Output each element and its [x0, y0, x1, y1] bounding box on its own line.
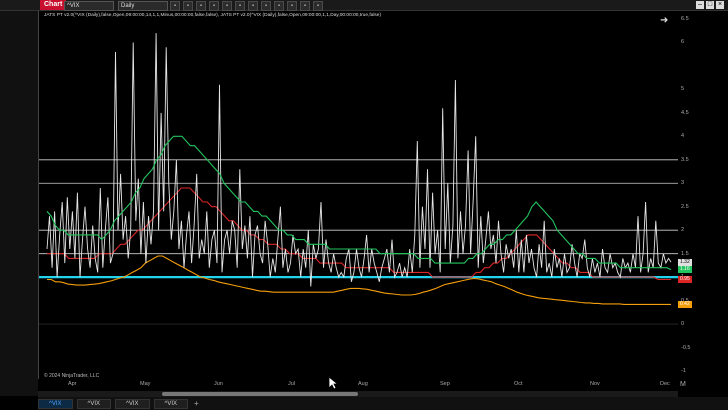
x-tick-label: Jul — [288, 381, 296, 387]
minimize-icon[interactable]: – — [696, 1, 704, 9]
price-chart — [39, 33, 679, 325]
chart-tab-1[interactable]: ^VIX — [38, 398, 73, 409]
x-tick-label: May — [140, 381, 151, 387]
instrument-selector[interactable]: ^VIX — [64, 1, 114, 11]
indicator-label: JATS PT v2.0(^VIX (Daily),false,Open,09:… — [44, 13, 382, 18]
y-tick-label: 6.5 — [681, 16, 689, 22]
chart-window-tab[interactable]: Chart — [40, 0, 67, 10]
interval-selector[interactable]: Daily — [118, 1, 168, 11]
window-controls: – □ × — [696, 1, 724, 9]
maximize-icon[interactable]: □ — [706, 1, 714, 9]
indicator-icon[interactable]: ▪ — [222, 1, 232, 11]
y-tick-label: 3.5 — [681, 156, 689, 163]
mouse-cursor-icon — [328, 376, 338, 390]
x-tick-label: Nov — [590, 381, 600, 387]
y-axis[interactable]: 6.5654.543.532.521.510.50-0.5-11.321.160… — [678, 11, 728, 379]
price-badge: 0.42 — [678, 300, 692, 308]
y-tick-label: 3 — [681, 180, 685, 187]
data-box-icon[interactable]: ▪ — [313, 1, 323, 11]
template-icon[interactable]: ▪ — [261, 1, 271, 11]
add-tab-button[interactable]: + — [194, 399, 199, 408]
toolbar: ▪ ▪ ▪ ▪ ▪ ▪ ▪ ▪ ▪ ▪ ▪ ▪ — [170, 1, 323, 11]
properties-icon[interactable]: ▪ — [248, 1, 258, 11]
x-tick-label: Apr — [68, 381, 77, 387]
arrow-right-icon[interactable]: ➜ — [660, 15, 668, 26]
strategy-icon[interactable]: ▪ — [235, 1, 245, 11]
copyright-text: © 2024 NinjaTrader, LLC — [44, 373, 100, 379]
x-tick-label: Aug — [358, 381, 368, 387]
y-tick-label: 5 — [681, 86, 685, 93]
scrollbar-thumb[interactable] — [162, 392, 358, 396]
price-badge: 1.16 — [678, 266, 692, 274]
chart-tabs-bar: ^VIX ^VIX ^VIX ^VIX + — [38, 397, 728, 410]
lock-icon[interactable]: ▪ — [274, 1, 284, 11]
y-tick-label: 2 — [681, 227, 685, 234]
y-tick-label: 1.5 — [681, 250, 689, 257]
bars-icon[interactable]: ▪ — [170, 1, 180, 11]
y-tick-label: 4.5 — [681, 109, 689, 116]
x-axis[interactable]: Apr May Jun Jul Aug Sep Oct Nov Dec — [38, 379, 678, 389]
share-icon[interactable]: ▪ — [300, 1, 310, 11]
y-tick-label: 6 — [681, 39, 685, 46]
series-line-orange — [47, 255, 671, 305]
y-tick-label: -0.5 — [681, 344, 691, 351]
x-tick-label: Sep — [440, 381, 450, 387]
chart-tab-2[interactable]: ^VIX — [76, 398, 111, 409]
chart-tab-4[interactable]: ^VIX — [153, 398, 188, 409]
price-badge: 0.95 — [678, 275, 692, 283]
price-badge: 1.32 — [678, 258, 692, 266]
zoom-icon[interactable]: ▪ — [196, 1, 206, 11]
y-tick-label: 2.5 — [681, 203, 689, 210]
y-tick-label: -1 — [681, 368, 686, 374]
draw-icon[interactable]: ▪ — [209, 1, 219, 11]
snapshot-icon[interactable]: ▪ — [287, 1, 297, 11]
x-tick-label: Jun — [214, 381, 223, 387]
x-tick-label: Oct — [514, 381, 523, 387]
xaxis-right-label[interactable]: M — [680, 381, 686, 388]
chart-tab-3[interactable]: ^VIX — [115, 398, 150, 409]
chart-panel[interactable] — [38, 11, 680, 379]
crosshair-icon[interactable]: ▪ — [183, 1, 193, 11]
close-icon[interactable]: × — [716, 1, 724, 9]
left-pane — [0, 11, 38, 396]
x-tick-label: Dec — [660, 381, 670, 387]
y-tick-label: 0 — [681, 321, 685, 328]
y-tick-label: 4 — [681, 133, 685, 140]
